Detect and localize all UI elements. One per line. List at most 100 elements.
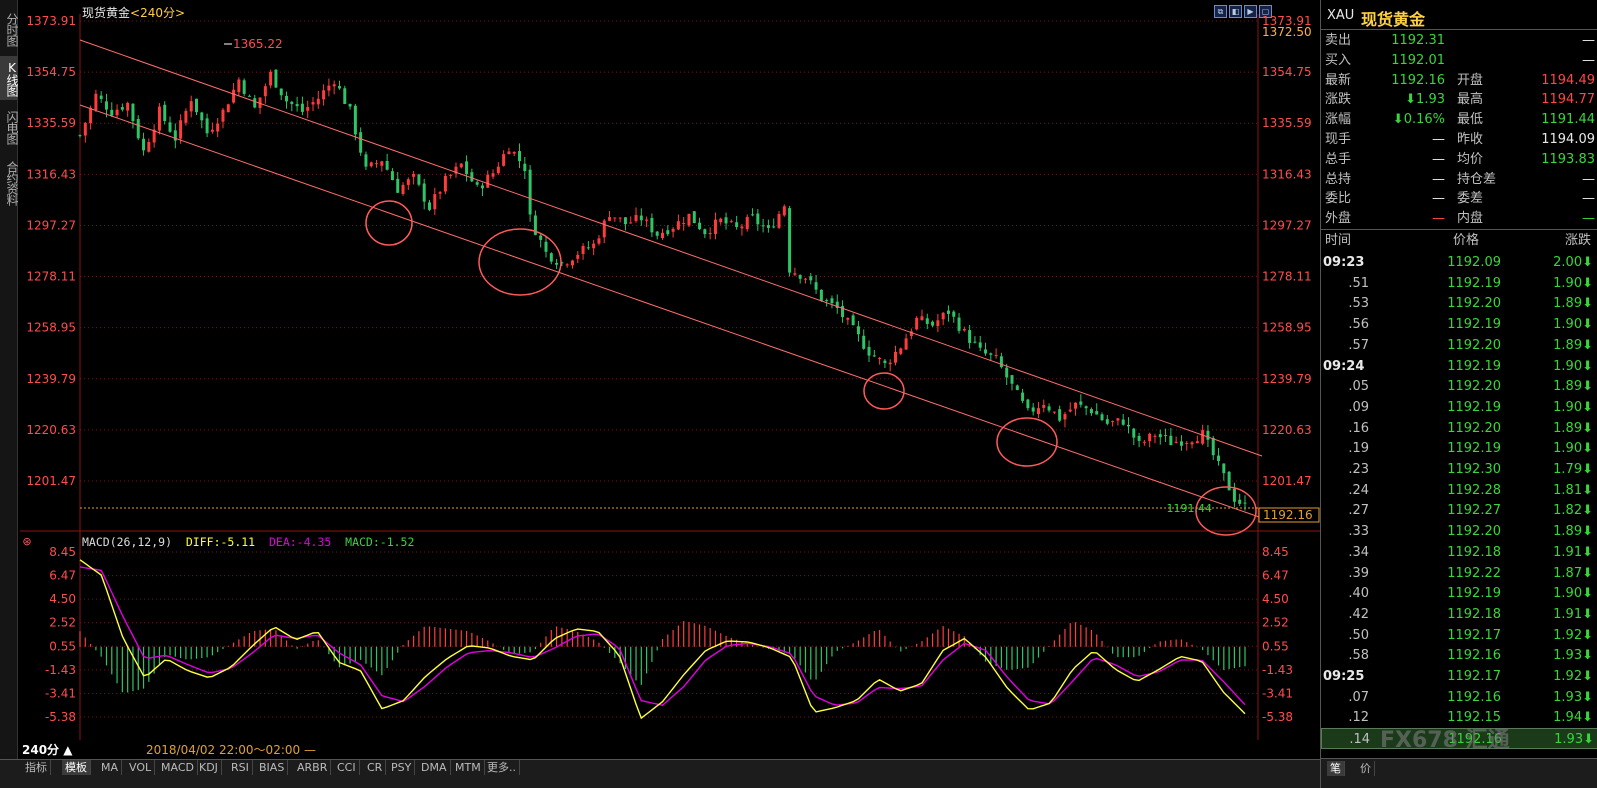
tick-time: .19 — [1348, 441, 1369, 457]
candle-body — [443, 175, 447, 192]
tick-header: 时间 价格 涨跌 — [1321, 229, 1597, 251]
candle-body — [788, 208, 792, 273]
quote-label: 总持 — [1325, 171, 1352, 187]
macd-legend-macd: MACD:-1.52 — [345, 535, 415, 549]
candle-body — [433, 194, 437, 210]
candle-body — [825, 300, 829, 302]
candle-body — [332, 84, 336, 87]
tick-change: 1.90⬇ — [1553, 358, 1593, 374]
candle-body — [687, 213, 691, 226]
candle-body — [756, 213, 760, 225]
macd-axis-left-label: -1.43 — [45, 663, 76, 677]
candle-body — [782, 206, 786, 216]
quote-value: — — [1582, 52, 1595, 68]
candle-body — [1153, 435, 1157, 437]
indicator-tab-cci[interactable]: CCI — [334, 760, 360, 775]
candle-body — [1068, 409, 1072, 412]
quote-value: 1194.77 — [1541, 92, 1595, 108]
quote-footer-tab[interactable]: 价 — [1357, 761, 1375, 776]
quote-footer-tab[interactable]: 笔 — [1327, 761, 1345, 776]
indicator-tab-指标[interactable]: 指标 — [22, 760, 51, 775]
indicator-tab-模板[interactable]: 模板 — [62, 760, 91, 775]
tick-change: 1.89⬇ — [1553, 337, 1593, 353]
candle-body — [353, 105, 357, 135]
tick-header-time: 时间 — [1325, 233, 1352, 248]
candle-body — [713, 219, 717, 235]
candle-body — [253, 98, 257, 108]
indicator-tab-vol[interactable]: VOL — [126, 760, 156, 775]
indicator-tab-arbr[interactable]: ARBR — [294, 760, 332, 775]
symbol-code: XAU — [1327, 8, 1355, 23]
candle-body — [157, 106, 161, 131]
tick-time: .24 — [1348, 482, 1369, 498]
indicator-tab-psy[interactable]: PSY — [388, 760, 416, 775]
candle-body — [676, 221, 680, 230]
tick-row: .53 1192.20 1.89⬇ — [1321, 293, 1597, 314]
indicator-tab-kdj[interactable]: KDJ — [196, 760, 222, 775]
candle-body — [1121, 419, 1125, 425]
tick-row: .58 1192.16 1.93⬇ — [1321, 645, 1597, 666]
tick-change: 1.90⬇ — [1553, 399, 1593, 415]
candle-body — [846, 317, 850, 320]
indicator-tab-dma[interactable]: DMA — [418, 760, 451, 775]
tick-price: 1192.22 — [1447, 565, 1501, 581]
tick-price: 1192.19 — [1447, 441, 1501, 457]
touch-circle — [478, 228, 562, 296]
indicator-tab-ma[interactable]: MA — [98, 760, 123, 775]
candle-body — [322, 90, 326, 100]
candle-body — [242, 80, 246, 94]
tick-price: 1192.19 — [1447, 586, 1501, 602]
candle-body — [613, 217, 617, 219]
quote-label: 内盘 — [1457, 211, 1484, 227]
candle-body — [1074, 402, 1078, 409]
indicator-tab-mtm[interactable]: MTM — [452, 760, 485, 775]
candle-body — [1179, 441, 1183, 446]
candle-body — [1047, 406, 1051, 411]
candle-body — [496, 166, 500, 174]
price-axis-right-label: 1278.11 — [1262, 270, 1312, 284]
high-annotation: 1365.22 — [233, 37, 283, 51]
tick-time: .58 — [1348, 648, 1369, 664]
candle-body — [899, 348, 903, 354]
candle-body — [459, 163, 463, 168]
quote-change: ⬇1.93 — [1405, 92, 1445, 108]
macd-axis-right-label: -1.43 — [1262, 663, 1293, 677]
watermark-logo: FX678 汇通 — [1380, 728, 1510, 753]
candle-body — [104, 101, 108, 110]
candle-body — [602, 220, 606, 238]
price-axis-left-label: 1316.43 — [26, 167, 76, 181]
period-selector[interactable]: 240分 ▲ — [22, 741, 72, 758]
candle-body — [735, 222, 739, 227]
indicator-tab-rsi[interactable]: RSI — [228, 760, 253, 775]
candle-body — [576, 254, 580, 259]
candle-body — [772, 226, 776, 228]
candle-body — [136, 118, 140, 139]
tick-row: .33 1192.20 1.89⬇ — [1321, 521, 1597, 542]
candle-body — [968, 330, 972, 343]
tick-header-change: 涨跌 — [1565, 233, 1592, 248]
candle-body — [83, 122, 87, 136]
macd-axis-left-label: -3.41 — [45, 686, 76, 700]
tick-time: .34 — [1348, 544, 1369, 560]
candle-body — [274, 69, 278, 88]
macd-axis-left-label: 0.55 — [49, 639, 76, 653]
quote-value: — — [1582, 33, 1595, 48]
candle-body — [422, 183, 426, 202]
tick-time: .40 — [1348, 586, 1369, 602]
candle-body — [491, 173, 495, 177]
indicator-tab-更多..[interactable]: 更多.. — [484, 760, 520, 775]
tick-price: 1192.16 — [1447, 689, 1501, 705]
candle-body — [1185, 442, 1189, 444]
indicator-tab-cr[interactable]: CR — [364, 760, 387, 775]
tick-time: .53 — [1348, 296, 1369, 312]
candle-body — [989, 353, 993, 355]
indicator-tab-bias[interactable]: BIAS — [256, 760, 289, 775]
quote-label: 总手 — [1325, 151, 1352, 167]
tick-price: 1192.16 — [1447, 648, 1501, 664]
candle-body — [390, 171, 394, 181]
indicator-tab-macd[interactable]: MACD — [158, 760, 198, 775]
candle-body — [348, 103, 352, 107]
kline-chart: 1373.91 1373.911354.75 1354.751335.59 1335.… — [20, 14, 1320, 740]
candle-body — [1211, 437, 1215, 456]
candle-body — [766, 225, 770, 228]
